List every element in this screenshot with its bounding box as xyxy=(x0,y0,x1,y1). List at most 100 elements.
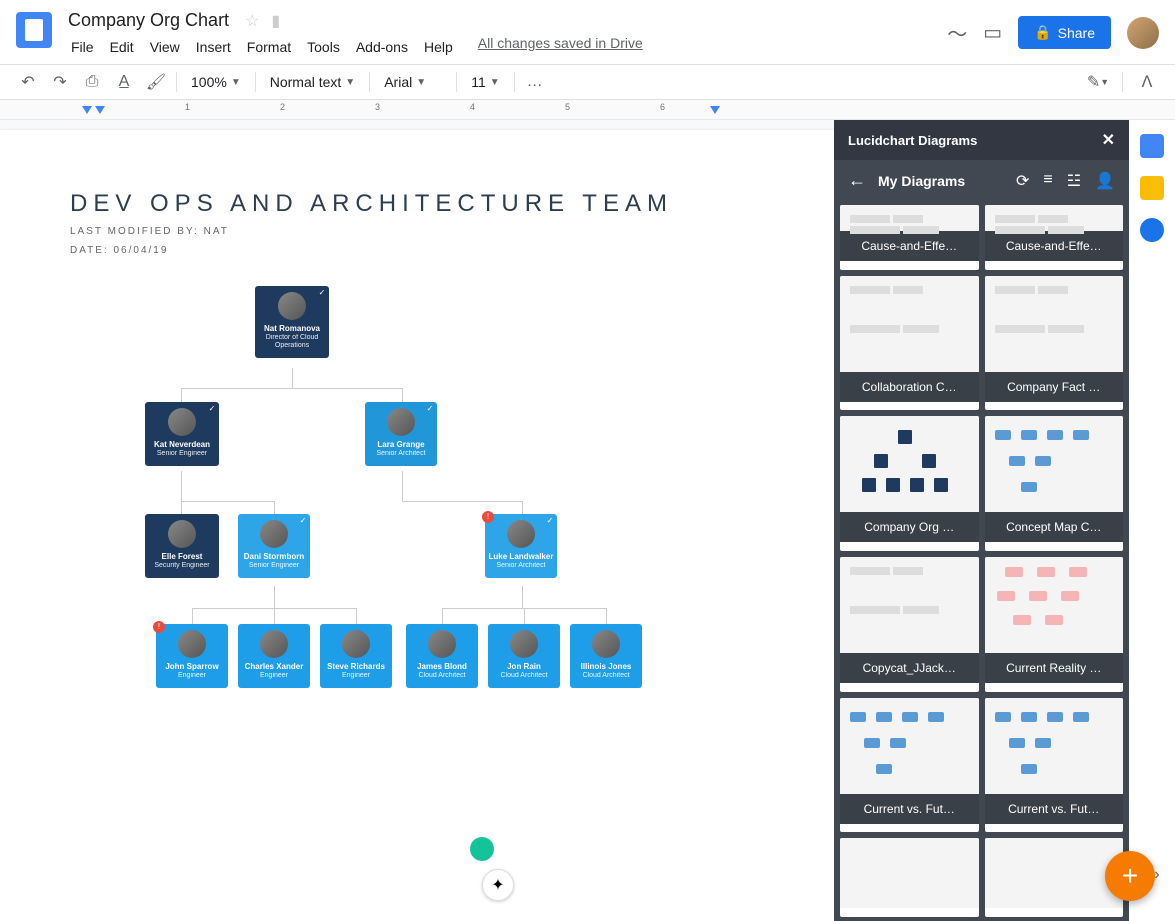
menu-help[interactable]: Help xyxy=(417,35,460,59)
edit-mode-button[interactable]: ✎ ▼ xyxy=(1086,70,1110,94)
org-card[interactable]: Charles XanderEngineer xyxy=(238,624,310,688)
org-card[interactable]: !John SparrowEngineer xyxy=(156,624,228,688)
diagram-tile[interactable]: Cause-and-Effe… xyxy=(985,205,1124,270)
calendar-icon[interactable] xyxy=(1140,134,1164,158)
diagram-label: Copycat_JJack… xyxy=(840,653,979,683)
star-icon[interactable]: ☆ xyxy=(245,11,259,31)
diagram-label: Collaboration C… xyxy=(840,372,979,402)
refresh-icon[interactable]: ⟳ xyxy=(1016,171,1029,191)
person-name: Kat Neverdean xyxy=(148,440,216,450)
avatar xyxy=(278,292,306,320)
diagram-thumbnail xyxy=(985,557,1124,653)
menu-edit[interactable]: Edit xyxy=(103,35,141,59)
grammarly-icon[interactable] xyxy=(470,837,494,861)
close-icon[interactable]: ✕ xyxy=(1102,130,1115,150)
save-status[interactable]: All changes saved in Drive xyxy=(478,35,643,59)
more-button[interactable]: … xyxy=(523,70,547,94)
diagram-thumbnail xyxy=(985,838,1124,908)
org-chart-diagram[interactable]: ✓Nat RomanovaDirector of Cloud Operation… xyxy=(70,286,764,736)
collapse-button[interactable]: ᐱ xyxy=(1135,70,1159,94)
diagram-label: Current vs. Fut… xyxy=(985,794,1124,824)
redo-button[interactable]: ↷ xyxy=(48,70,72,94)
document-area[interactable]: DEV OPS AND ARCHITECTURE TEAM LAST MODIF… xyxy=(0,120,834,921)
diagram-thumbnail xyxy=(840,698,979,794)
user-avatar[interactable] xyxy=(1127,17,1159,49)
diagram-tile[interactable]: Current Reality … xyxy=(985,557,1124,692)
zoom-select[interactable]: 100%▼ xyxy=(185,74,247,90)
menu-file[interactable]: File xyxy=(64,35,101,59)
menu-format[interactable]: Format xyxy=(240,35,298,59)
diagram-tile[interactable]: Current vs. Fut… xyxy=(985,698,1124,833)
person-role: Engineer xyxy=(159,672,225,680)
comments-icon[interactable]: ▭ xyxy=(983,20,1002,45)
diagram-label: Company Org … xyxy=(840,512,979,542)
diagram-label: Current Reality … xyxy=(985,653,1124,683)
back-icon[interactable]: ← xyxy=(848,170,866,191)
paint-format-button[interactable]: 🖌 xyxy=(144,70,168,94)
person-role: Cloud Architect xyxy=(409,672,475,680)
print-button[interactable]: ⎙ xyxy=(80,70,104,94)
diagram-tile[interactable]: Cause-and-Effe… xyxy=(840,205,979,270)
indent-marker-right[interactable] xyxy=(710,106,720,116)
menu-view[interactable]: View xyxy=(143,35,187,59)
person-name: Charles Xander xyxy=(241,662,307,672)
menu-addons[interactable]: Add-ons xyxy=(349,35,415,59)
org-card[interactable]: Jon RainCloud Architect xyxy=(488,624,560,688)
diagram-tile[interactable]: Company Fact … xyxy=(985,276,1124,411)
person-name: Elle Forest xyxy=(148,552,216,562)
org-card[interactable]: ✓Kat NeverdeanSenior Engineer xyxy=(145,402,219,466)
diagram-tile[interactable]: Company Org … xyxy=(840,416,979,551)
org-card[interactable]: ✓Lara GrangeSenior Architect xyxy=(365,402,437,466)
sidebar-section: My Diagrams xyxy=(878,173,1004,189)
spellcheck-button[interactable]: A̲ xyxy=(112,70,136,94)
tasks-icon[interactable] xyxy=(1140,218,1164,242)
expand-panel-icon[interactable]: › xyxy=(1145,863,1169,887)
org-card[interactable]: James BlondCloud Architect xyxy=(406,624,478,688)
org-card[interactable]: ✓Nat RomanovaDirector of Cloud Operation… xyxy=(255,286,329,358)
share-button[interactable]: 🔒 Share xyxy=(1018,16,1111,49)
diagram-label: Concept Map C… xyxy=(985,512,1124,542)
indent-marker-left[interactable] xyxy=(82,106,92,116)
org-card[interactable]: !✓Luke LandwalkerSenior Architect xyxy=(485,514,557,578)
fontsize-select[interactable]: 11▼ xyxy=(465,74,505,90)
diagram-tile[interactable] xyxy=(985,838,1124,917)
undo-button[interactable]: ↶ xyxy=(16,70,40,94)
person-role: Senior Engineer xyxy=(148,450,216,458)
avatar xyxy=(428,630,456,658)
diagram-thumbnail xyxy=(840,557,979,653)
diagram-tile[interactable]: Current vs. Fut… xyxy=(840,698,979,833)
person-role: Senior Engineer xyxy=(241,562,307,570)
avatar xyxy=(260,520,288,548)
folder-icon[interactable]: ▮ xyxy=(271,11,280,31)
avatar xyxy=(342,630,370,658)
indent-marker-first[interactable] xyxy=(95,106,105,116)
list-icon[interactable]: ☳ xyxy=(1067,171,1081,191)
docs-icon[interactable] xyxy=(16,12,52,48)
diagram-tile[interactable]: Copycat_JJack… xyxy=(840,557,979,692)
sort-icon[interactable]: ≡ xyxy=(1043,171,1052,191)
activity-icon[interactable]: 〜 xyxy=(947,18,967,47)
user-icon[interactable]: 👤 xyxy=(1095,171,1115,191)
org-card[interactable]: ✓Dani StormbornSenior Engineer xyxy=(238,514,310,578)
modified-by: LAST MODIFIED BY: NAT xyxy=(70,226,764,237)
menu-insert[interactable]: Insert xyxy=(189,35,238,59)
document-title[interactable]: Company Org Chart xyxy=(64,8,233,33)
ruler[interactable]: 1 2 3 4 5 6 xyxy=(0,100,1175,120)
menu-tools[interactable]: Tools xyxy=(300,35,347,59)
share-label: Share xyxy=(1058,25,1095,41)
org-card[interactable]: Steve RichardsEngineer xyxy=(320,624,392,688)
diagram-label: Current vs. Fut… xyxy=(840,794,979,824)
org-card[interactable]: Illinois JonesCloud Architect xyxy=(570,624,642,688)
diagram-tile[interactable]: Concept Map C… xyxy=(985,416,1124,551)
avatar xyxy=(592,630,620,658)
org-card[interactable]: Elle ForestSecurity Engineer xyxy=(145,514,219,578)
keep-icon[interactable] xyxy=(1140,176,1164,200)
avatar xyxy=(168,520,196,548)
explore-button[interactable]: ✦ xyxy=(482,869,514,901)
style-select[interactable]: Normal text▼ xyxy=(264,74,361,90)
diagram-tile[interactable]: Collaboration C… xyxy=(840,276,979,411)
person-name: James Blond xyxy=(409,662,475,672)
diagram-tile[interactable] xyxy=(840,838,979,917)
font-select[interactable]: Arial▼ xyxy=(378,74,448,90)
avatar xyxy=(510,630,538,658)
